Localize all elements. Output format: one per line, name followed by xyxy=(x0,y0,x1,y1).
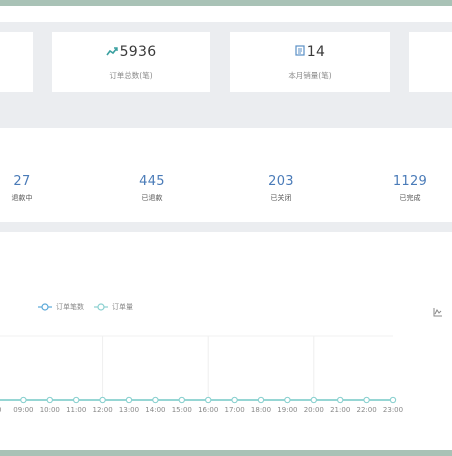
x-tick-label: 0 xyxy=(0,406,1,414)
chart-legend: 订单笔数 订单量 xyxy=(38,300,143,314)
x-tick-label: 10:00 xyxy=(40,406,60,414)
data-point[interactable] xyxy=(152,396,159,404)
x-tick-label: 11:00 xyxy=(66,406,86,414)
data-point[interactable] xyxy=(389,396,397,404)
summary-card-partial-right xyxy=(409,32,452,92)
x-tick-label: 09:00 xyxy=(13,406,33,414)
legend-item-order-volume[interactable]: 订单量 xyxy=(94,302,133,312)
data-point[interactable] xyxy=(284,396,291,404)
monthly-sales-value: 14 xyxy=(306,44,326,60)
x-tick-label: 14:00 xyxy=(145,406,165,414)
data-point[interactable] xyxy=(125,396,133,404)
stat-completed-value: 1129 xyxy=(392,174,428,189)
legend-line-icon xyxy=(94,303,108,311)
x-tick-label: 17:00 xyxy=(225,406,245,414)
legend-item-order-count[interactable]: 订单笔数 xyxy=(38,302,84,312)
summary-card-partial-left xyxy=(0,32,33,92)
x-tick-label: 15:00 xyxy=(172,406,192,414)
stat-refunding-value: 27 xyxy=(13,174,31,189)
x-tick-label: 20:00 xyxy=(304,406,324,414)
stat-closed-value: 203 xyxy=(268,174,294,189)
x-tick-label: 23:00 xyxy=(383,406,403,414)
report-icon xyxy=(295,44,305,60)
data-point[interactable] xyxy=(205,396,212,404)
summary-card-order-total[interactable]: 5936 订单总数(笔) xyxy=(52,32,210,92)
x-tick-label: 16:00 xyxy=(198,406,218,414)
legend-line-icon xyxy=(38,303,52,311)
x-tick-label: 13:00 xyxy=(119,406,139,414)
x-tick-label: 12:00 xyxy=(93,406,113,414)
stat-completed[interactable]: 1129 已完成 xyxy=(365,174,452,203)
legend-label-order-count: 订单笔数 xyxy=(56,303,84,311)
monthly-sales-caption: 本月销量(笔) xyxy=(288,71,332,80)
data-point[interactable] xyxy=(363,396,370,404)
data-point[interactable] xyxy=(257,396,265,404)
x-tick-label: 22:00 xyxy=(357,406,377,414)
stat-refunded[interactable]: 445 已退款 xyxy=(107,174,197,203)
x-tick-label: 18:00 xyxy=(251,406,271,414)
order-total-caption: 订单总数(笔) xyxy=(109,71,153,80)
stat-refunded-label: 已退款 xyxy=(141,194,163,202)
chart-gridlines xyxy=(0,335,393,400)
data-point[interactable] xyxy=(73,396,80,404)
stat-refunded-value: 445 xyxy=(139,174,165,189)
data-point[interactable] xyxy=(231,396,238,404)
summary-card-monthly-sales[interactable]: 14 本月销量(笔) xyxy=(230,32,390,92)
data-point[interactable] xyxy=(310,396,317,404)
stat-closed[interactable]: 203 已关闭 xyxy=(236,174,326,203)
data-point[interactable] xyxy=(46,396,53,404)
stat-closed-label: 已关闭 xyxy=(270,194,292,202)
section-divider xyxy=(0,222,452,232)
x-tick-label: 19:00 xyxy=(277,406,297,414)
x-tick-label: 21:00 xyxy=(330,406,350,414)
chart-toolbox-icon[interactable] xyxy=(433,302,443,321)
order-total-value: 5936 xyxy=(119,44,157,60)
data-point[interactable] xyxy=(337,396,344,404)
stat-refunding[interactable]: 27 退款中 xyxy=(0,174,67,203)
data-point[interactable] xyxy=(99,396,106,404)
data-point[interactable] xyxy=(20,396,27,404)
stat-refunding-label: 退款中 xyxy=(11,194,33,202)
trend-up-icon xyxy=(105,44,118,60)
legend-label-order-volume: 订单量 xyxy=(112,303,133,311)
stat-completed-label: 已完成 xyxy=(399,194,421,202)
data-point[interactable] xyxy=(178,396,185,404)
hourly-order-chart: 0 09:00 10:00 11:00 12:00 13:00 14:00 15:00 16:0… xyxy=(0,335,403,414)
